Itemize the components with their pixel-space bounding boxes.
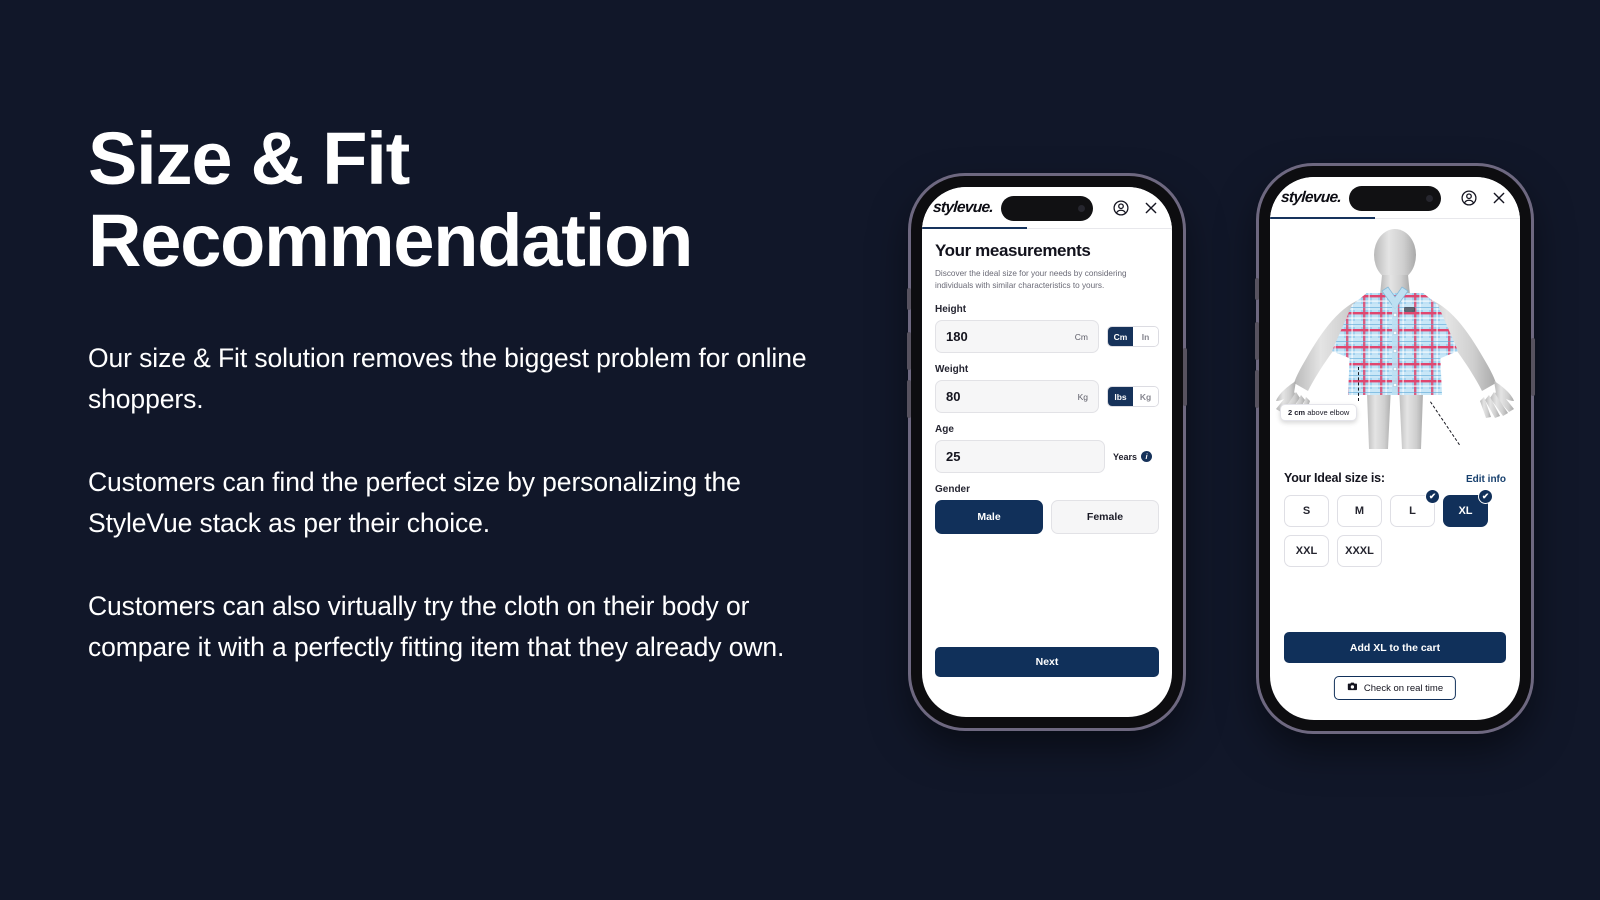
brand-logo[interactable]: stylevue. — [1280, 189, 1341, 207]
account-circle-icon[interactable] — [1111, 198, 1131, 218]
size-grid: S M L ✔ XL ✔ XXL XXXL — [1284, 489, 1506, 567]
front-camera-icon — [1426, 195, 1433, 202]
measurements-form: Your measurements Discover the ideal siz… — [922, 229, 1172, 534]
size-chip-label: XL — [1458, 505, 1473, 517]
phone1-power-button[interactable] — [1183, 348, 1187, 406]
hero-paragraph-2: Customers can find the perfect size by p… — [88, 467, 741, 538]
size-chip-xl[interactable]: XL ✔ — [1443, 489, 1493, 527]
account-circle-icon[interactable] — [1459, 188, 1479, 208]
size-chip-label: XXXL — [1345, 545, 1374, 557]
virtual-tryon-preview[interactable]: 2 cm above elbow 10 cm below hip — [1270, 219, 1520, 459]
annotation-sleeve-value: 2 cm — [1288, 408, 1306, 417]
next-button[interactable]: Next — [935, 647, 1159, 677]
phone2-mute-button[interactable] — [1255, 278, 1259, 300]
size-chip-s[interactable]: S — [1284, 495, 1329, 527]
dynamic-island — [1001, 196, 1093, 221]
gender-option-female[interactable]: Female — [1051, 500, 1159, 534]
size-chip-label: M — [1354, 505, 1365, 517]
age-unit-group: Years i — [1113, 451, 1159, 462]
size-chip-l[interactable]: L ✔ — [1390, 489, 1440, 527]
height-row: 180 Cm Cm In — [935, 320, 1159, 353]
size-selector-header: Your Ideal size is: Edit info — [1284, 471, 1506, 485]
hero-paragraph-1: Our size & Fit solution removes the bigg… — [88, 343, 807, 414]
age-input[interactable]: 25 — [935, 440, 1105, 473]
dynamic-island — [1349, 186, 1441, 211]
front-camera-icon — [1078, 205, 1085, 212]
annotation-sleeve-length: 2 cm above elbow — [1280, 404, 1358, 421]
phone1-mute-button[interactable] — [907, 288, 911, 310]
weight-unit-kg[interactable]: Kg — [1133, 387, 1158, 406]
size-chip-xxxl[interactable]: XXXL — [1337, 535, 1382, 567]
camera-icon — [1347, 681, 1358, 695]
age-unit-label: Years — [1113, 451, 1138, 462]
height-input[interactable]: 180 Cm — [935, 320, 1099, 353]
check-real-time-label: Check on real time — [1363, 682, 1444, 694]
close-icon[interactable] — [1141, 198, 1161, 218]
phone2-volume-up[interactable] — [1255, 322, 1259, 360]
size-chip-label: S — [1302, 505, 1311, 517]
weight-value: 80 — [946, 389, 961, 404]
height-unit-toggle[interactable]: Cm In — [1107, 326, 1159, 347]
phone-measurements: stylevue. Your measurements Discover the… — [907, 176, 1187, 728]
height-unit-in[interactable]: In — [1133, 327, 1158, 346]
size-selector-section: Your Ideal size is: Edit info S M L ✔ XL… — [1270, 459, 1520, 567]
sleeve-guide-line — [1358, 367, 1359, 401]
brand-logo[interactable]: stylevue. — [932, 199, 993, 217]
check-real-time-button[interactable]: Check on real time — [1333, 676, 1457, 700]
height-inline-unit: Cm — [1074, 331, 1088, 342]
mannequin-avatar-icon — [1276, 229, 1514, 449]
hero-paragraph-3: Customers can also virtually try the clo… — [88, 591, 785, 662]
phone2-screen: stylevue. 2 cm above elbow Your Ideal si… — [1270, 177, 1520, 720]
phone2-header-actions — [1459, 188, 1509, 208]
hero-paragraphs: Our size & Fit solution removes the bigg… — [88, 338, 848, 668]
weight-unit-lbs[interactable]: lbs — [1108, 387, 1133, 406]
weight-unit-toggle[interactable]: lbs Kg — [1107, 386, 1159, 407]
page-title: Size & Fit Recommendation — [88, 117, 693, 282]
size-chip-m[interactable]: M — [1337, 495, 1382, 527]
gender-option-male[interactable]: Male — [935, 500, 1043, 534]
close-icon[interactable] — [1489, 188, 1509, 208]
add-to-cart-button[interactable]: Add XL to the cart — [1284, 632, 1506, 663]
weight-row: 80 Kg lbs Kg — [935, 380, 1159, 413]
phone1-volume-down[interactable] — [907, 380, 911, 418]
phone1-header-actions — [1111, 198, 1161, 218]
age-value: 25 — [946, 449, 961, 464]
phone2-volume-down[interactable] — [1255, 370, 1259, 408]
form-title: Your measurements — [935, 241, 1091, 260]
height-value: 180 — [946, 329, 968, 344]
height-label: Height — [935, 304, 967, 315]
age-row: 25 Years i — [935, 440, 1159, 473]
weight-input[interactable]: 80 Kg — [935, 380, 1099, 413]
phone2-power-button[interactable] — [1531, 338, 1535, 396]
height-unit-cm[interactable]: Cm — [1108, 327, 1133, 346]
edit-info-link[interactable]: Edit info — [1466, 474, 1506, 485]
form-subtitle: Discover the ideal size for your needs b… — [935, 269, 1127, 290]
info-icon[interactable]: i — [1141, 451, 1153, 462]
hero-copy: Size & Fit Recommendation Our size & Fit… — [88, 118, 848, 668]
weight-inline-unit: Kg — [1077, 391, 1088, 402]
phone-result: stylevue. 2 cm above elbow Your Ideal si… — [1255, 166, 1535, 731]
age-label: Age — [935, 424, 954, 435]
phone1-screen: stylevue. Your measurements Discover the… — [922, 187, 1172, 717]
weight-label: Weight — [935, 364, 969, 375]
check-icon: ✔ — [1478, 489, 1493, 504]
ideal-size-title: Your Ideal size is: — [1284, 471, 1385, 485]
check-icon: ✔ — [1425, 489, 1440, 504]
annotation-sleeve-text: above elbow — [1305, 408, 1350, 417]
gender-label: Gender — [935, 484, 971, 495]
size-chip-xxl[interactable]: XXL — [1284, 535, 1329, 567]
gender-row: Male Female — [935, 500, 1159, 534]
size-chip-label: L — [1409, 505, 1416, 517]
size-chip-label: XXL — [1295, 545, 1318, 557]
phone1-volume-up[interactable] — [907, 332, 911, 370]
